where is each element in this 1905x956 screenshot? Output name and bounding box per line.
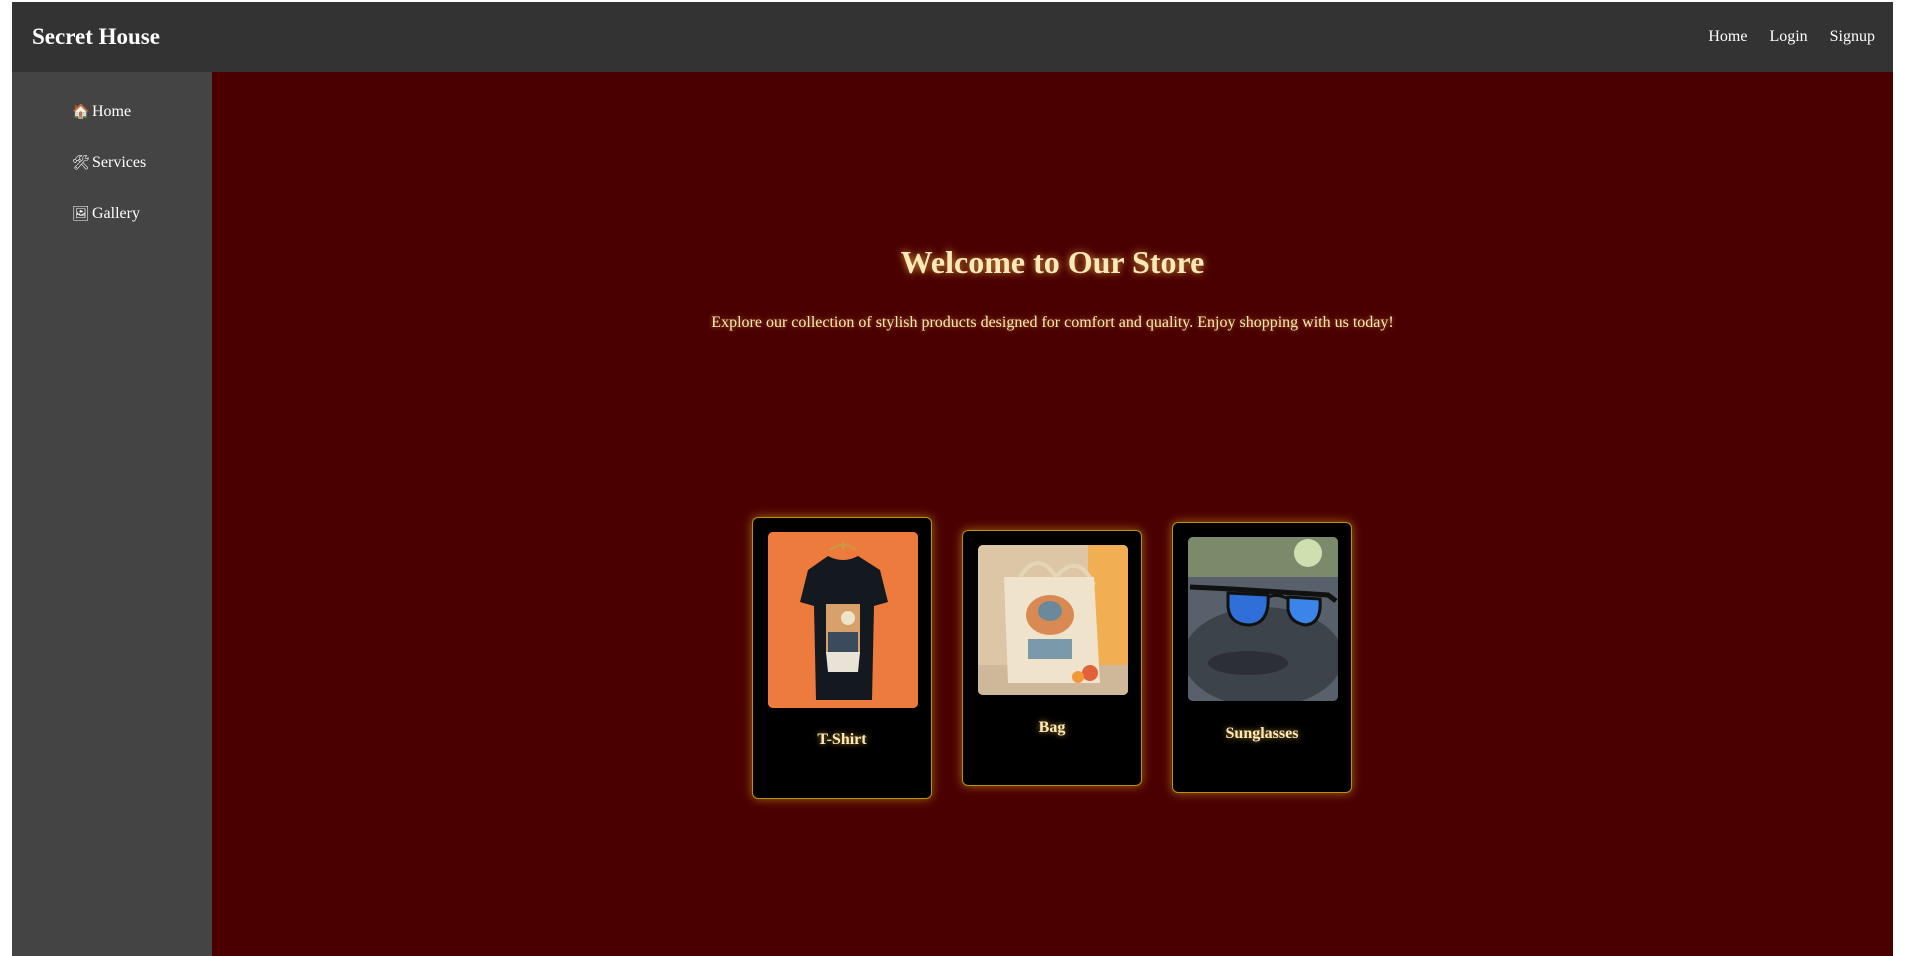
sidebar-item-label: Services — [92, 154, 147, 171]
sidebar-item-gallery[interactable]: 🖼 Gallery — [72, 205, 140, 223]
sidebar-item-label: Home — [92, 103, 132, 120]
nav-signup-link[interactable]: Signup — [1830, 28, 1875, 46]
hero-subtitle: Explore our collection of stylish produc… — [711, 314, 1394, 331]
picture-icon: 🖼 — [72, 206, 90, 222]
product-card-bag[interactable]: Bag — [962, 530, 1142, 786]
bag-image — [978, 545, 1128, 695]
t-shirt-photo — [768, 532, 918, 708]
sidebar-item-services[interactable]: 🛠 Services — [72, 154, 146, 172]
nav-login-link[interactable]: Login — [1769, 28, 1807, 46]
product-title: Sunglasses — [1225, 725, 1299, 742]
sidebar-item-home[interactable]: 🏠 Home — [72, 103, 131, 121]
bag-photo — [978, 545, 1128, 695]
main-content: Welcome to Our Store Explore our collect… — [212, 72, 1893, 956]
sunglasses-image — [1188, 537, 1338, 701]
product-card-sunglasses[interactable]: Sunglasses — [1172, 522, 1352, 793]
nav-home-link[interactable]: Home — [1708, 28, 1747, 46]
product-title: Bag — [1038, 719, 1066, 736]
page-scrollbar[interactable] — [1893, 0, 1905, 956]
app-window: Secret House Home Login Signup 🏠 Home 🛠 … — [12, 2, 1893, 956]
t-shirt-image — [768, 532, 918, 708]
top-nav-links: Home Login Signup — [1708, 28, 1875, 46]
tools-icon: 🛠 — [72, 155, 90, 171]
brand-logo[interactable]: Secret House — [32, 24, 160, 50]
sidebar: 🏠 Home 🛠 Services 🖼 Gallery — [12, 72, 212, 956]
house-icon: 🏠 — [72, 104, 90, 120]
sidebar-item-label: Gallery — [92, 205, 140, 222]
hero-title: Welcome to Our Store — [900, 244, 1205, 280]
product-card-tshirt[interactable]: T-Shirt — [752, 517, 932, 799]
product-title: T-Shirt — [817, 731, 867, 748]
top-navbar: Secret House Home Login Signup — [12, 2, 1893, 72]
sunglasses-photo — [1188, 537, 1338, 701]
